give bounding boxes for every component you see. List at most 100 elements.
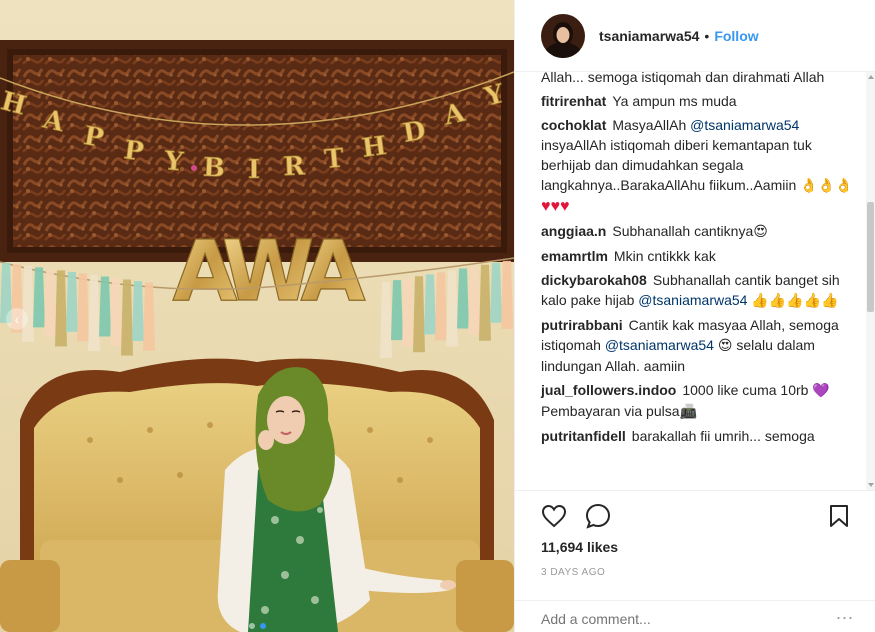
comment-item: Allah... semoga istiqomah dan dirahmati …: [541, 72, 862, 87]
scroll-up-arrow-icon[interactable]: [868, 75, 874, 79]
comment-username[interactable]: dickybarokah08: [541, 272, 647, 288]
banner-letter: Y: [162, 146, 185, 178]
banner-letter: H: [360, 131, 388, 164]
tassel: [380, 282, 392, 358]
comment-item: dickybarokah08 Subhanallah cantik banget …: [541, 270, 862, 311]
action-icon-row: [539, 501, 854, 531]
tassel: [391, 280, 403, 341]
comment-text: Ya ampun ms muda: [612, 93, 737, 109]
tassel: [490, 262, 502, 323]
comment-item: anggiaa.n Subhanallah cantiknya😍: [541, 221, 862, 242]
comment-text: Subhanallah cantiknya: [612, 223, 754, 239]
add-comment-input[interactable]: [541, 611, 801, 627]
avatar[interactable]: [541, 13, 585, 58]
tassel: [479, 264, 491, 341]
comment-item: putritanfidell barakallah fii umrih... se…: [541, 426, 862, 446]
comment-item: fitrirenhat Ya ampun ms muda: [541, 91, 862, 111]
bookmark-icon: [830, 505, 848, 527]
emoji-icon: 👌👌👌: [800, 178, 853, 194]
comment-text: Mkin cntikkk kak: [613, 248, 716, 264]
tassel: [143, 282, 155, 351]
tassel: [66, 271, 78, 332]
tassel: [501, 260, 513, 329]
tassel: [402, 278, 414, 347]
comment-username[interactable]: anggiaa.n: [541, 223, 606, 239]
scroll-down-arrow-icon[interactable]: [868, 483, 874, 487]
carousel-prev-button[interactable]: ‹: [6, 308, 28, 330]
comment-bubble-icon: [585, 503, 611, 529]
tassel: [121, 279, 133, 356]
post-timestamp[interactable]: 3 DAYS AGO: [541, 567, 605, 578]
emoji-icon: 👍👍👍👍👍: [751, 293, 839, 309]
comment-username[interactable]: putritanfidell: [541, 428, 626, 444]
comment-mention-link[interactable]: @tsaniamarwa54: [690, 117, 799, 133]
carousel-indicator: [0, 623, 514, 629]
save-button[interactable]: [824, 501, 854, 531]
tassel: [132, 280, 144, 341]
balloon-letter: A: [300, 222, 365, 320]
follow-button[interactable]: Follow: [714, 28, 758, 44]
banner-letter: B: [202, 153, 225, 184]
tassel: [435, 272, 447, 341]
comment-text: insyaAllAh istiqomah diberi kemantapan t…: [541, 137, 812, 193]
heart-outline-icon: [541, 504, 567, 528]
scrollbar-thumb[interactable]: [867, 202, 874, 312]
banner-letter: T: [323, 143, 346, 175]
comment-button[interactable]: [583, 501, 613, 531]
carousel-dot-active: [259, 623, 266, 629]
comment-item: cochoklat MasyaAllAh @tsaniamarwa54 insya…: [541, 115, 862, 217]
like-button[interactable]: [539, 501, 569, 531]
comment-mention-link[interactable]: @tsaniamarwa54: [605, 337, 714, 353]
heart-emoji-icon: ♥♥♥: [541, 198, 570, 215]
avatar-image: [541, 13, 585, 58]
comment-text: 1000 like cuma 10rb: [682, 382, 813, 398]
comment-username[interactable]: emamrtlm: [541, 248, 608, 264]
tassel: [457, 268, 469, 329]
instagram-post-modal: HAPPYBIRTHDAY AWA ‹ tsaniamarwa54 • Foll…: [0, 0, 875, 632]
comments-list[interactable]: Allah... semoga istiqomah dan dirahmati …: [515, 72, 875, 490]
emoji-icon: 😍: [753, 224, 768, 240]
comment-mention-link[interactable]: @tsaniamarwa54: [638, 292, 747, 308]
post-side-panel: tsaniamarwa54 • Follow Allah... semoga i…: [514, 0, 875, 632]
comment-text: Allah... semoga istiqomah dan dirahmati …: [541, 72, 825, 85]
tassel: [413, 276, 425, 353]
comment-username[interactable]: putrirabbani: [541, 317, 623, 333]
tassel: [99, 276, 111, 337]
tassel: [88, 274, 100, 351]
birthday-photo-illustration: H A P P Y B I R T H DAY AWA: [0, 0, 514, 632]
tassel: [424, 274, 436, 335]
balloon-letters: AWA: [172, 221, 366, 320]
more-options-icon[interactable]: ...: [836, 603, 854, 624]
tassel: [77, 273, 89, 342]
tassel: [446, 270, 458, 347]
emoji-icon: 😍: [717, 338, 733, 354]
comment-item: putrirabbani Cantik kak masyaa Allah, sem…: [541, 315, 862, 376]
banner-letter: P: [122, 135, 145, 167]
comment-username[interactable]: jual_followers.indoo: [541, 382, 676, 398]
comment-item: emamrtlm Mkin cntikkk kak: [541, 246, 862, 266]
comments-scrollbar[interactable]: [866, 72, 875, 490]
post-photo[interactable]: HAPPYBIRTHDAY AWA ‹: [0, 0, 514, 632]
post-header: tsaniamarwa54 • Follow: [515, 0, 875, 72]
add-comment-bar: ...: [515, 600, 875, 632]
banner-letter: R: [283, 151, 306, 182]
tassel: [55, 270, 67, 347]
comment-username[interactable]: cochoklat: [541, 117, 606, 133]
header-separator: •: [704, 27, 710, 44]
post-actions: 11,694 likes 3 DAYS AGO: [515, 490, 875, 614]
carousel-dot: [248, 623, 255, 629]
comment-text: MasyaAllAh: [612, 117, 691, 133]
tassel: [22, 265, 34, 342]
comment-text: barakallah fii umrih... semoga: [631, 428, 815, 444]
likes-count[interactable]: 11,694 likes: [541, 539, 618, 555]
tassel: [468, 266, 480, 335]
tassel: [44, 268, 56, 337]
banner-heart-bead: [191, 164, 197, 171]
comment-username[interactable]: fitrirenhat: [541, 93, 606, 109]
comment-text: Pembayaran via pulsa: [541, 403, 680, 419]
emoji-icon: 💜: [812, 383, 830, 399]
emoji-icon: 📠: [679, 404, 697, 420]
banner-letter: I: [248, 155, 260, 185]
post-author-username[interactable]: tsaniamarwa54: [599, 28, 699, 44]
comment-item: jual_followers.indoo 1000 like cuma 10rb …: [541, 380, 862, 422]
